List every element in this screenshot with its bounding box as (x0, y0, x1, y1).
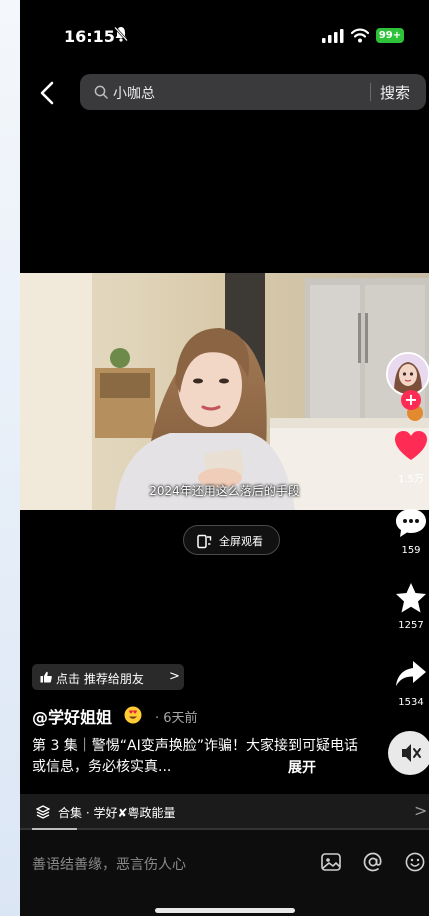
recommend-to-friend-button[interactable]: 点击 推荐给朋友 > (32, 664, 184, 690)
video-subtitle: 2024年还用这么落后的手段 (149, 484, 300, 498)
page-edge (0, 0, 20, 916)
comment-count: 159 (401, 545, 421, 556)
status-time: 16:15 (64, 27, 115, 46)
author-name[interactable]: @学好姐姐 (32, 704, 112, 728)
favorite-count: 1257 (398, 620, 424, 631)
follow-button[interactable]: + (401, 390, 421, 410)
battery-indicator: 99+ (376, 28, 404, 43)
avatar-image (388, 354, 428, 394)
at-icon[interactable] (362, 851, 384, 873)
heart-eyes-emoji-icon (124, 706, 142, 724)
status-bar: 16:15 99+ (20, 0, 429, 70)
expand-button[interactable]: 展开 (288, 757, 316, 777)
comment-bar: 善语结善缘，恶言伤人心 (20, 830, 429, 916)
recommend-label: 点击 推荐给朋友 (56, 672, 144, 686)
share-icon[interactable] (394, 658, 428, 690)
search-bar[interactable]: 小咖总 搜索 (80, 74, 426, 110)
like-count: 1.5万 (398, 474, 424, 485)
heart-icon[interactable] (394, 430, 428, 462)
layers-icon (36, 805, 50, 819)
comment-icon[interactable] (394, 507, 428, 539)
home-indicator (155, 908, 295, 913)
comment-input[interactable]: 善语结善缘，恶言伤人心 (32, 854, 186, 874)
fullscreen-icon (197, 534, 212, 549)
chevron-right-icon: > (414, 801, 428, 820)
video-frame[interactable] (20, 273, 429, 510)
star-icon[interactable] (394, 582, 428, 614)
wifi-icon (351, 28, 369, 43)
bell-mute-icon (114, 26, 128, 42)
signal-icon (322, 29, 344, 43)
image-icon[interactable] (320, 851, 342, 873)
search-icon (94, 85, 108, 99)
collection-label: 合集 · 学好✘粤政能量 (58, 806, 176, 820)
search-input[interactable]: 小咖总 (113, 83, 155, 103)
search-divider (370, 83, 371, 101)
thumb-icon (40, 671, 52, 683)
post-time: · 6天前 (155, 711, 198, 726)
post-description[interactable]: 第 3 集｜警惕“AI变声换脸”诈骗！大家接到可疑电话或信息，务必核实真... (32, 736, 372, 778)
collection-bar[interactable]: 合集 · 学好✘粤政能量 > (20, 794, 429, 830)
share-count: 1534 (398, 697, 424, 708)
fullscreen-label: 全屏观看 (219, 535, 263, 548)
search-button[interactable]: 搜索 (380, 82, 410, 103)
fullscreen-button[interactable]: 全屏观看 (183, 525, 280, 555)
mute-icon (402, 744, 421, 762)
chevron-right-icon: > (169, 669, 180, 684)
mute-button[interactable] (388, 731, 429, 775)
back-icon[interactable] (36, 80, 58, 106)
phone-screen: 16:15 99+ 小咖总 搜索 2024年还用这么落后的手段 全屏观看 + 1… (20, 0, 429, 916)
emoji-icon[interactable] (404, 851, 426, 873)
video-scene (20, 273, 429, 510)
